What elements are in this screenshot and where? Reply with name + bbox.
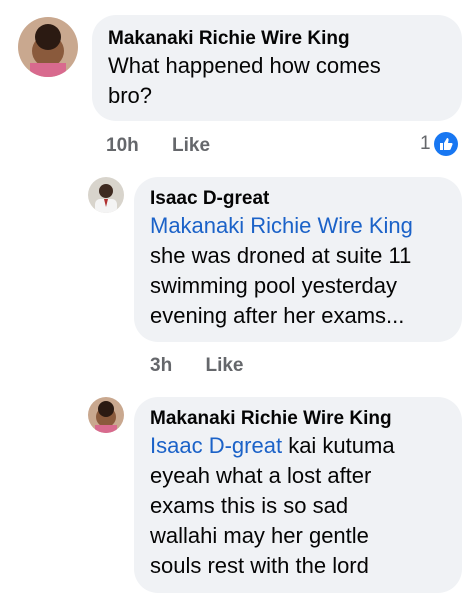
comment-bubble-3: Makanaki Richie Wire King Isaac D-great …: [134, 397, 462, 593]
comment-text-line: souls rest with the lord: [150, 553, 369, 578]
comment-time[interactable]: 10h: [106, 135, 139, 156]
comment-text-line: evening after her exams...: [150, 303, 405, 328]
comment-time[interactable]: 3h: [150, 355, 172, 376]
comment-text-line: Isaac D-great kai kutuma: [150, 431, 446, 461]
thumbs-up-icon: [433, 132, 458, 156]
man-photo-avatar-icon: [88, 177, 124, 213]
like-button[interactable]: Like: [205, 355, 243, 376]
reaction-summary[interactable]: 1: [420, 132, 458, 156]
comment-text-line: she was droned at suite 11: [150, 243, 412, 268]
comment-text-line: What happened how comes: [108, 53, 381, 78]
avatar-isaac[interactable]: [88, 177, 124, 213]
avatar-makanaki[interactable]: [18, 17, 78, 77]
comment-text-line: swimming pool yesterday: [150, 273, 397, 298]
comment-text-fragment: kai kutuma: [288, 433, 395, 458]
avatar-makanaki-small[interactable]: [88, 397, 124, 433]
comment-text-line: exams this is so sad: [150, 493, 349, 518]
child-photo-avatar-icon: [18, 17, 78, 77]
comment-text-line: wallahi may her gentle: [150, 523, 369, 548]
comment-bubble-2: Isaac D-great Makanaki Richie Wire King …: [134, 177, 462, 342]
comment-text-line: eyeah what a lost after: [150, 463, 372, 488]
comment-author[interactable]: Makanaki Richie Wire King: [108, 27, 446, 51]
reaction-count: 1: [420, 133, 431, 154]
mention-link[interactable]: Makanaki Richie Wire King: [150, 211, 446, 241]
comment-author[interactable]: Makanaki Richie Wire King: [150, 407, 446, 431]
comment-author[interactable]: Isaac D-great: [150, 187, 446, 211]
comment-meta-2: 3h Like: [150, 355, 272, 377]
child-photo-avatar-icon: [88, 397, 124, 433]
mention-link[interactable]: Isaac D-great: [150, 433, 282, 458]
comment-text-line: bro?: [108, 83, 153, 108]
comment-bubble-1: Makanaki Richie Wire King What happened …: [92, 15, 462, 121]
comment-meta-1: 10h Like: [106, 135, 238, 157]
like-button[interactable]: Like: [172, 135, 210, 156]
